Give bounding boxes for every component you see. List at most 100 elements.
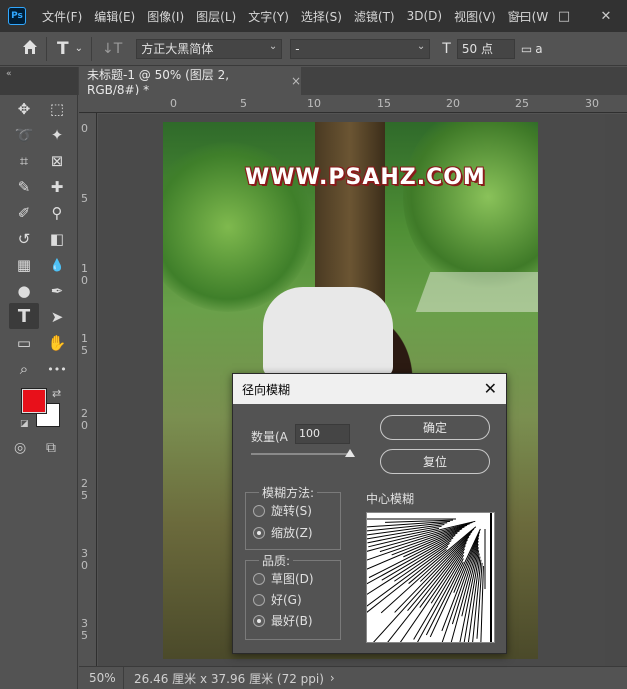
subject-shirt — [263, 287, 393, 377]
home-icon[interactable] — [22, 39, 38, 59]
dialog-close-icon[interactable]: ✕ — [484, 379, 497, 398]
anti-alias-icon[interactable]: ▭ — [521, 42, 532, 56]
zoom-line — [373, 536, 470, 642]
font-style-dropdown[interactable]: - ⌄ — [290, 38, 431, 59]
tools-panel: ✥ ⬚ ➰ ✦ ⌗ ⊠ ✎ ✚ ✐ ⚲ ↺ ◧ ▦ 💧 ● ✒ T ➤ ▭ ✋ … — [0, 95, 78, 689]
more-tools-icon[interactable]: ••• — [44, 357, 70, 381]
dialog-title-bar[interactable]: 径向模糊 ✕ — [233, 374, 506, 404]
zoom-level[interactable]: 50% — [79, 671, 123, 685]
method-zoom-radio[interactable]: 缩放(Z) — [253, 524, 313, 541]
quality-draft-radio[interactable]: 草图(D) — [253, 570, 314, 587]
blur-tool-icon[interactable]: 💧 — [44, 253, 70, 277]
ruler-vertical[interactable]: 0 5 1 0 1 5 2 0 2 5 3 0 3 5 — [79, 113, 97, 666]
ruler-horizontal[interactable]: 0 5 10 15 20 25 30 — [79, 95, 627, 113]
chevron-right-icon: › — [329, 671, 335, 685]
method-spin-label: 旋转(S) — [271, 504, 312, 518]
ruler-tick-label: 25 — [515, 97, 529, 110]
swap-colors-icon[interactable]: ⇄ — [52, 387, 61, 400]
ok-button[interactable]: 确定 — [380, 415, 490, 440]
stamp-tool-icon[interactable]: ⚲ — [44, 201, 70, 225]
amount-slider-thumb[interactable] — [345, 449, 355, 457]
menu-3d[interactable]: 3D(D) — [401, 9, 448, 23]
gradient-tool-icon[interactable]: ▦ — [11, 253, 37, 277]
default-colors-icon[interactable]: ◪ — [20, 419, 29, 429]
chevron-down-icon[interactable]: ⌄ — [75, 43, 83, 54]
crop-tool-icon[interactable]: ⌗ — [11, 149, 37, 173]
anti-alias-label: a — [535, 41, 543, 56]
zoom-line — [413, 554, 465, 640]
frame-tool-icon[interactable]: ⊠ — [44, 149, 70, 173]
eraser-tool-icon[interactable]: ◧ — [44, 227, 70, 251]
font-size-dropdown[interactable]: 50 点 — [456, 38, 515, 59]
pen-tool-icon[interactable]: ✒ — [44, 279, 70, 303]
screen-mode-icon[interactable]: ⧉ — [46, 440, 56, 456]
zoom-line — [387, 542, 467, 642]
chevron-down-icon: ⌄ — [416, 40, 426, 52]
ruler-tick-label: 20 — [446, 97, 460, 110]
ruler-tick-label: 2 5 — [81, 477, 88, 502]
move-tool-icon[interactable]: ✥ — [11, 97, 37, 121]
font-size-value: 50 点 — [461, 42, 493, 56]
menu-view[interactable]: 视图(V) — [448, 8, 502, 25]
restore-button[interactable]: □ — [543, 9, 585, 24]
font-family-dropdown[interactable]: 方正大黑简体 ⌄ — [136, 38, 283, 59]
close-tab-icon[interactable]: × — [291, 74, 301, 88]
rectangle-tool-icon[interactable]: ▭ — [11, 331, 37, 355]
blur-center-preview[interactable] — [366, 512, 495, 643]
document-size: 26.46 厘米 x 37.96 厘米 (72 ppi) — [134, 671, 324, 686]
quick-mask-icon[interactable]: ◎ — [14, 440, 26, 456]
magic-wand-tool-icon[interactable]: ✦ — [44, 123, 70, 147]
document-tab-row: « 未标题-1 @ 50% (图层 2, RGB/8#) * × — [0, 67, 627, 97]
radio-indicator — [253, 572, 265, 585]
menu-layer[interactable]: 图层(L) — [190, 8, 242, 25]
menu-edit[interactable]: 编辑(E) — [88, 8, 141, 25]
history-brush-tool-icon[interactable]: ↺ — [11, 227, 37, 251]
menu-type[interactable]: 文字(Y) — [242, 8, 295, 25]
type-tool-icon[interactable]: T — [9, 303, 39, 329]
text-orientation-icon[interactable]: ↓T — [102, 41, 122, 57]
ruler-tick-label: 30 — [585, 97, 599, 110]
zoom-line — [367, 540, 452, 595]
quality-title: 品质: — [259, 552, 294, 569]
document-tab[interactable]: 未标题-1 @ 50% (图层 2, RGB/8#) * × — [79, 67, 301, 97]
amount-slider-track[interactable] — [251, 453, 351, 455]
hand-tool-icon[interactable]: ✋ — [44, 331, 70, 355]
font-family-value: 方正大黑简体 — [141, 42, 214, 56]
healing-tool-icon[interactable]: ✚ — [44, 175, 70, 199]
dodge-tool-icon[interactable]: ● — [11, 279, 37, 303]
eyedropper-tool-icon[interactable]: ✎ — [11, 175, 37, 199]
blur-method-title: 模糊方法: — [259, 484, 318, 501]
quality-good-radio[interactable]: 好(G) — [253, 591, 302, 608]
close-window-button[interactable]: ✕ — [585, 9, 627, 24]
ruler-tick-label: 0 — [81, 122, 88, 135]
document-tab-title: 未标题-1 @ 50% (图层 2, RGB/8#) * — [87, 67, 230, 97]
font-style-value: - — [295, 41, 300, 56]
marquee-tool-icon[interactable]: ⬚ — [44, 97, 70, 121]
lasso-tool-icon[interactable]: ➰ — [11, 123, 37, 147]
zoom-lines-preview — [367, 513, 492, 642]
foliage — [403, 122, 538, 292]
quality-best-label: 最好(B) — [271, 614, 313, 628]
menu-bar: Ps 文件(F) 编辑(E) 图像(I) 图层(L) 文字(Y) 选择(S) 滤… — [0, 0, 627, 32]
foreground-color-swatch[interactable] — [21, 388, 47, 414]
document-info[interactable]: 26.46 厘米 x 37.96 厘米 (72 ppi) › — [123, 666, 335, 689]
path-selection-tool-icon[interactable]: ➤ — [44, 305, 70, 329]
radio-indicator — [253, 593, 265, 606]
vertical-scrollbar[interactable] — [605, 114, 627, 666]
ruler-tick-label: 15 — [377, 97, 391, 110]
menu-file[interactable]: 文件(F) — [36, 8, 88, 25]
reset-button[interactable]: 复位 — [380, 449, 490, 474]
quality-best-radio[interactable]: 最好(B) — [253, 612, 313, 629]
menu-select[interactable]: 选择(S) — [295, 8, 348, 25]
collapse-panels-icon[interactable]: « — [0, 67, 78, 95]
background-path — [415, 272, 538, 312]
ruler-tick-label: 2 0 — [81, 407, 88, 432]
brush-tool-icon[interactable]: ✐ — [11, 201, 37, 225]
menu-filter[interactable]: 滤镜(T) — [348, 8, 401, 25]
method-spin-radio[interactable]: 旋转(S) — [253, 502, 312, 519]
menu-image[interactable]: 图像(I) — [141, 8, 190, 25]
type-tool-preset-icon[interactable]: T — [57, 39, 69, 59]
minimize-button[interactable]: — — [501, 9, 543, 24]
amount-input[interactable]: 100 — [295, 424, 350, 444]
zoom-tool-icon[interactable]: ⌕ — [11, 357, 37, 381]
